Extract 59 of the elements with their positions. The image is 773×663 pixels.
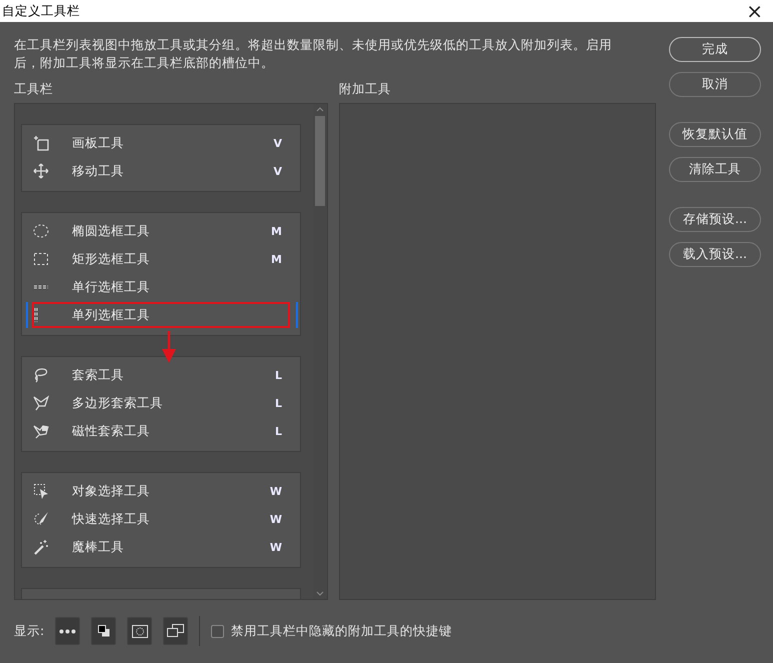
- scroll-thumb[interactable]: [315, 116, 325, 206]
- down-arrow: [162, 331, 176, 363]
- dialog-button[interactable]: 存储预设...: [669, 207, 761, 232]
- lasso-icon: [33, 367, 49, 383]
- tool-name: 单行选框工具: [72, 278, 150, 296]
- shortcut-key: W: [270, 540, 282, 554]
- column-marquee-icon: [33, 307, 39, 323]
- extra-tools-heading: 附加工具: [339, 81, 392, 98]
- more-tools-button[interactable]: [55, 617, 80, 645]
- dialog-button[interactable]: 恢复默认值: [669, 122, 761, 147]
- dialog-button[interactable]: 取消: [669, 72, 761, 97]
- swatches-icon: [98, 625, 110, 637]
- shortcut-key: M: [271, 224, 282, 238]
- close-button[interactable]: ×: [740, 1, 769, 21]
- screen-mode-button[interactable]: [163, 617, 188, 645]
- dialog-button[interactable]: 载入预设...: [669, 242, 761, 267]
- shortcut-key: L: [274, 396, 282, 410]
- tool-name: 套索工具: [72, 366, 124, 384]
- tool-name: 矩形选框工具: [72, 250, 150, 268]
- rectangle-marquee-icon: [33, 251, 49, 267]
- shortcut-key: M: [271, 252, 282, 266]
- artboard-icon: [33, 135, 49, 151]
- shortcut-key: V: [273, 164, 282, 178]
- dialog-button[interactable]: 清除工具: [669, 157, 761, 182]
- row-marquee-icon: [33, 284, 49, 290]
- shortcut-key: L: [274, 368, 282, 382]
- tool-name: 单列选框工具: [72, 306, 150, 324]
- tool-name: 魔棒工具: [72, 538, 124, 556]
- shortcut-key: W: [270, 512, 282, 526]
- toolbar-heading: 工具栏: [14, 81, 54, 98]
- mask-icon: [132, 624, 148, 638]
- magnetic-lasso-icon: [33, 423, 49, 439]
- checkbox-label: 禁用工具栏中隐藏的附加工具的快捷键: [231, 622, 452, 640]
- magic-wand-icon: [33, 539, 49, 555]
- move-icon: [33, 163, 49, 179]
- description-text: 在工具栏列表视图中拖放工具或其分组。将超出数量限制、未使用或优先级低的工具放入附加列表。启用后，附加工具将显示在工具栏底部的槽位中。: [14, 36, 613, 72]
- tool-name: 画板工具: [72, 134, 124, 152]
- dots-icon: [59, 628, 76, 634]
- screen-mode-icon: [167, 624, 184, 638]
- checkbox[interactable]: [211, 624, 224, 638]
- shortcut-key: W: [270, 484, 282, 498]
- tool-name: 快速选择工具: [72, 510, 150, 528]
- polygon-lasso-icon: [33, 395, 49, 411]
- tool-name: 多边形套索工具: [72, 394, 163, 412]
- window-title: 自定义工具栏: [2, 2, 80, 20]
- quick-select-icon: [33, 511, 49, 527]
- tool-name: 移动工具: [72, 162, 124, 180]
- scrollbar[interactable]: [313, 104, 327, 599]
- object-select-icon: [33, 483, 49, 499]
- ellipse-marquee-icon: [33, 223, 49, 239]
- shortcut-key: L: [274, 424, 282, 438]
- color-swatch-button[interactable]: [91, 617, 116, 645]
- tool-name: 磁性套索工具: [72, 422, 150, 440]
- dialog-button[interactable]: 完成: [669, 37, 761, 62]
- tool-name: 对象选择工具: [72, 482, 150, 500]
- tool-name: 椭圆选框工具: [72, 222, 150, 240]
- quick-mask-button[interactable]: [127, 617, 152, 645]
- shortcut-key: V: [273, 136, 282, 150]
- show-label: 显示:: [14, 622, 44, 640]
